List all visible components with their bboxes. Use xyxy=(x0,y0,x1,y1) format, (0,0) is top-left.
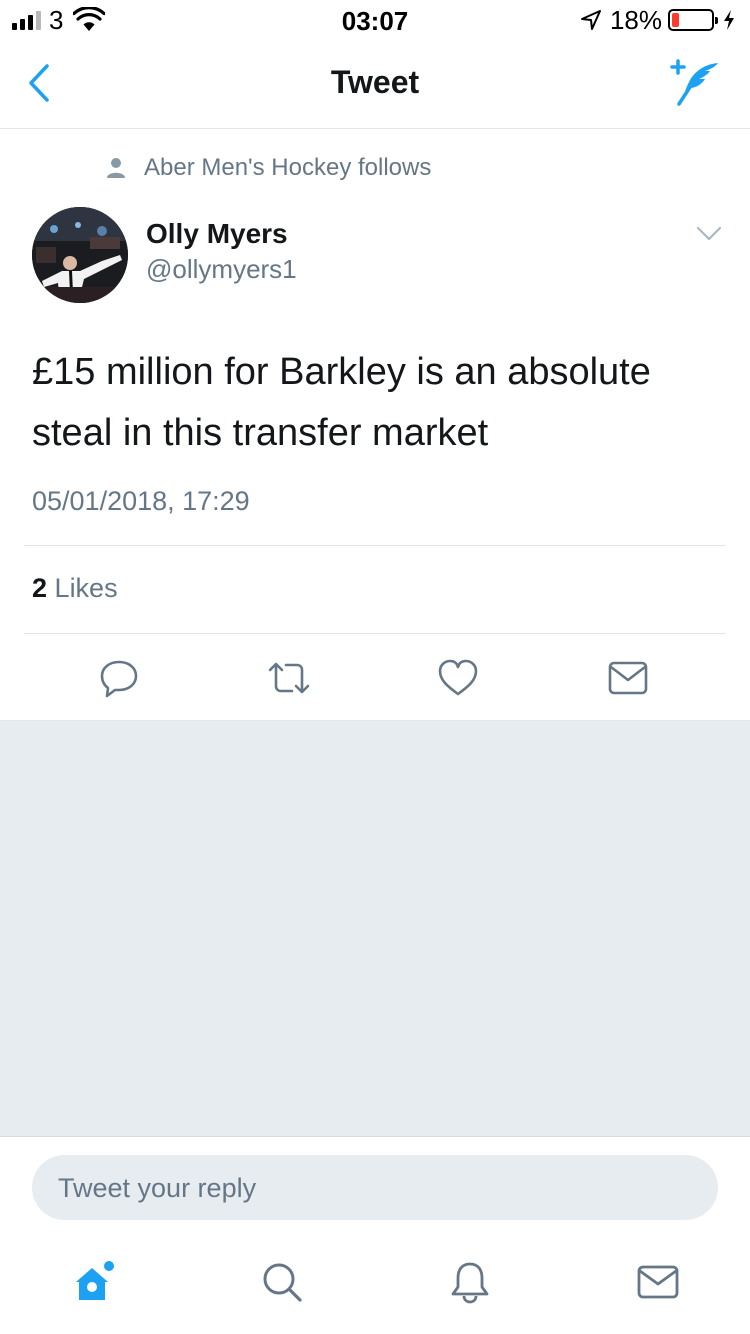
avatar[interactable] xyxy=(32,207,128,303)
charging-bolt-icon xyxy=(724,10,734,30)
tab-bar xyxy=(0,1238,750,1334)
compose-tweet-icon[interactable] xyxy=(666,58,722,108)
tweet-timestamp: 05/01/2018, 17:29 xyxy=(32,486,250,516)
likes-count: 2 xyxy=(32,573,48,603)
divider xyxy=(24,545,726,546)
reply-icon[interactable] xyxy=(98,658,140,698)
replies-area xyxy=(0,720,750,1137)
retweet-icon[interactable] xyxy=(268,658,310,698)
battery-percent: 18% xyxy=(609,4,662,35)
tweet-actions xyxy=(0,636,750,720)
tweet-text: £15 million for Barkley is an absolute s… xyxy=(32,351,651,454)
likes-link[interactable]: 2 Likes xyxy=(32,573,118,604)
reply-input[interactable]: Tweet your reply xyxy=(32,1155,718,1220)
search-icon[interactable] xyxy=(260,1260,304,1304)
navigation-bar: Tweet xyxy=(0,40,750,129)
social-context-label: Aber Men's Hockey follows xyxy=(144,154,432,181)
author-handle[interactable]: @ollymyers1 xyxy=(146,254,297,285)
direct-message-icon[interactable] xyxy=(607,658,649,698)
status-right: 18% xyxy=(580,4,736,35)
likes-label: Likes xyxy=(54,573,118,603)
battery-level-fill xyxy=(672,13,679,27)
battery-icon xyxy=(668,9,718,31)
person-icon xyxy=(107,158,125,178)
like-icon[interactable] xyxy=(437,658,479,698)
author-name[interactable]: Olly Myers xyxy=(146,218,288,250)
location-arrow-icon xyxy=(580,10,601,30)
social-context: Aber Men's Hockey follows xyxy=(106,152,431,184)
home-icon[interactable] xyxy=(72,1260,116,1304)
status-bar: 3 03:07 18% xyxy=(0,0,750,40)
messages-icon[interactable] xyxy=(636,1260,680,1304)
chevron-down-icon[interactable] xyxy=(696,226,722,242)
notifications-icon[interactable] xyxy=(448,1260,492,1304)
divider xyxy=(24,633,726,634)
reply-placeholder: Tweet your reply xyxy=(58,1173,257,1203)
page-title: Tweet xyxy=(330,64,420,100)
avatar-photo xyxy=(32,207,128,303)
